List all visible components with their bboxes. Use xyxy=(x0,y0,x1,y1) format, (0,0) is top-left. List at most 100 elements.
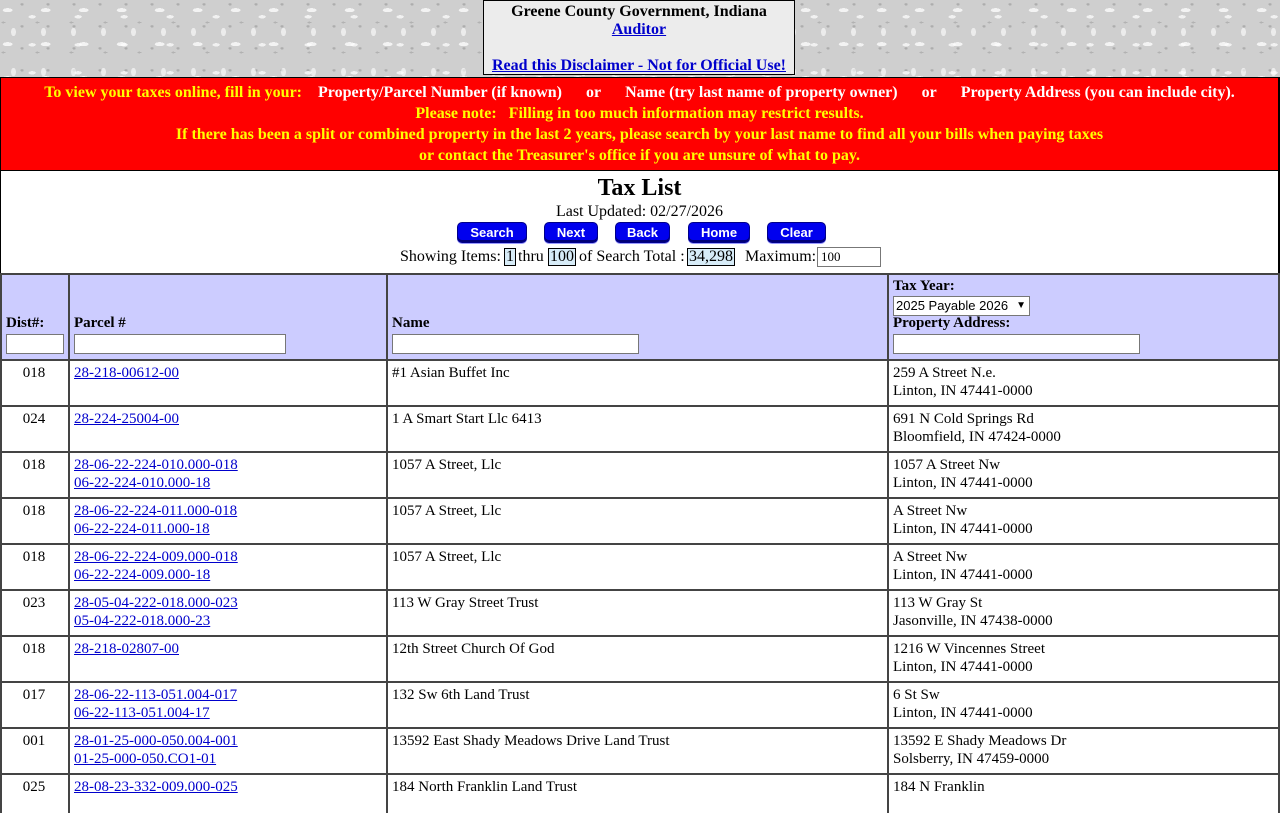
disclaimer-link[interactable]: Read this Disclaimer - Not for Official … xyxy=(484,57,794,75)
auditor-link[interactable]: Auditor xyxy=(484,21,794,39)
table-header: Dist#: Parcel # Name Tax Year: 2025 Paya… xyxy=(0,273,1280,360)
address-street: A Street Nw xyxy=(893,503,968,519)
row-divider xyxy=(0,727,1280,729)
home-button[interactable]: Home xyxy=(688,222,750,243)
owner-name-cell: 1057 A Street, Llc xyxy=(392,457,502,473)
address-street: 113 W Gray St xyxy=(893,595,983,611)
row-divider xyxy=(0,543,1280,545)
address-cell: 184 N Franklin xyxy=(893,778,985,796)
parcel-filter-input[interactable] xyxy=(74,334,286,354)
action-buttons: Search Next Back Home Clear xyxy=(1,222,1278,244)
row-divider xyxy=(0,359,1280,361)
parcel-link[interactable]: 28-05-04-222-018.000-023 xyxy=(74,594,238,612)
parcel-link[interactable]: 28-06-22-224-011.000-018 xyxy=(74,502,237,520)
showing-label: Showing Items: xyxy=(400,248,501,265)
parcel-cell: 28-218-00612-00 xyxy=(74,364,179,382)
address-cell: 1057 A Street Nw Linton, IN 47441-0000 xyxy=(893,456,1033,492)
parcel-cell: 28-06-22-224-009.000-018 06-22-224-009.0… xyxy=(74,548,238,584)
notice-line-4: or contact the Treasurer's office if you… xyxy=(419,147,860,164)
parcel-link[interactable]: 28-06-22-113-051.004-017 xyxy=(74,686,237,704)
parcel-alt-link[interactable]: 06-22-224-010.000-18 xyxy=(74,474,238,492)
search-button[interactable]: Search xyxy=(457,222,527,243)
dist-cell: 018 xyxy=(22,503,46,519)
name-header: Name xyxy=(392,315,430,331)
tax-year-select[interactable]: 2025 Payable 2026 ▼ xyxy=(893,296,1030,316)
owner-name-cell: 1057 A Street, Llc xyxy=(392,503,502,519)
address-street: 1216 W Vincennes Street xyxy=(893,641,1045,657)
back-button[interactable]: Back xyxy=(615,222,670,243)
parcel-link[interactable]: 28-06-22-224-009.000-018 xyxy=(74,548,238,566)
row-divider xyxy=(0,773,1280,775)
address-city: Linton, IN 47441-0000 xyxy=(893,475,1033,491)
notice-option-address: Property Address (you can include city). xyxy=(960,84,1235,101)
instructions-notice: To view your taxes online, fill in your:… xyxy=(0,77,1280,171)
address-cell: 13592 E Shady Meadows Dr Solsberry, IN 4… xyxy=(893,732,1066,768)
owner-name-cell: 13592 East Shady Meadows Drive Land Trus… xyxy=(392,733,670,749)
dist-cell: 024 xyxy=(22,411,46,427)
parcel-link[interactable]: 28-08-23-332-009.000-025 xyxy=(74,778,238,796)
address-filter-input[interactable] xyxy=(893,334,1140,354)
dist-header: Dist#: xyxy=(6,315,45,331)
parcel-cell: 28-224-25004-00 xyxy=(74,410,179,428)
address-city: Linton, IN 47441-0000 xyxy=(893,521,1033,537)
parcel-cell: 28-06-22-113-051.004-017 06-22-113-051.0… xyxy=(74,686,237,722)
dist-cell: 018 xyxy=(22,365,46,381)
parcel-link[interactable]: 28-224-25004-00 xyxy=(74,410,179,428)
address-cell: 1216 W Vincennes Street Linton, IN 47441… xyxy=(893,640,1045,676)
notice-or-1: or xyxy=(585,84,602,101)
parcel-link[interactable]: 28-01-25-000-050.004-001 xyxy=(74,732,238,750)
dist-cell: 001 xyxy=(22,733,46,749)
address-city: Solsberry, IN 47459-0000 xyxy=(893,751,1050,767)
dist-cell: 025 xyxy=(22,779,46,795)
notice-option-parcel: Property/Parcel Number (if known) xyxy=(318,84,562,101)
tax-list-panel: Tax List Last Updated: 02/27/2026 Search… xyxy=(0,171,1280,273)
row-divider xyxy=(0,497,1280,499)
parcel-cell: 28-01-25-000-050.004-001 01-25-000-050.C… xyxy=(74,732,238,768)
tax-year-selected: 2025 Payable 2026 xyxy=(896,298,1009,313)
parcel-header: Parcel # xyxy=(74,315,126,331)
notice-or-2: or xyxy=(921,84,937,101)
thru-label: thru xyxy=(518,248,544,265)
name-filter-input[interactable] xyxy=(392,334,639,354)
search-total: 34,298 xyxy=(687,248,735,266)
parcel-alt-link[interactable]: 01-25-000-050.CO1-01 xyxy=(74,750,238,768)
row-divider xyxy=(0,681,1280,683)
dist-cell: 018 xyxy=(22,641,46,657)
parcel-cell: 28-08-23-332-009.000-025 xyxy=(74,778,238,796)
maximum-input[interactable] xyxy=(817,247,881,267)
parcel-alt-link[interactable]: 06-22-224-011.000-18 xyxy=(74,520,237,538)
parcel-cell: 28-06-22-224-011.000-018 06-22-224-011.0… xyxy=(74,502,237,538)
total-label: of Search Total : xyxy=(579,248,685,265)
address-cell: 6 St Sw Linton, IN 47441-0000 xyxy=(893,686,1033,722)
row-divider xyxy=(0,589,1280,591)
dist-cell: 017 xyxy=(22,687,46,703)
address-street: A Street Nw xyxy=(893,549,968,565)
next-button[interactable]: Next xyxy=(544,222,598,243)
owner-name-cell: 12th Street Church Of God xyxy=(392,641,555,657)
range-from: 1 xyxy=(504,248,516,266)
address-city: Linton, IN 47441-0000 xyxy=(893,659,1033,675)
owner-name-cell: #1 Asian Buffet Inc xyxy=(392,365,510,381)
address-header: Property Address: xyxy=(893,315,1011,331)
parcel-link[interactable]: 28-218-02807-00 xyxy=(74,640,179,658)
dist-cell: 018 xyxy=(22,549,46,565)
notice-line-3: If there has been a split or combined pr… xyxy=(175,126,1104,143)
notice-option-name: Name (try last name of property owner) xyxy=(625,84,898,101)
parcel-alt-link[interactable]: 06-22-224-009.000-18 xyxy=(74,566,238,584)
tax-year-label: Tax Year: xyxy=(893,278,955,294)
notice-line-2: Please note: Filling in too much informa… xyxy=(415,105,864,122)
owner-name-cell: 184 North Franklin Land Trust xyxy=(392,779,578,795)
clear-button[interactable]: Clear xyxy=(767,222,826,243)
parcel-link[interactable]: 28-218-00612-00 xyxy=(74,364,179,382)
dist-filter-input[interactable] xyxy=(6,334,64,354)
notice-line-1: To view your taxes online, fill in your:… xyxy=(1,84,1278,102)
parcel-alt-link[interactable]: 05-04-222-018.000-23 xyxy=(74,612,238,630)
parcel-alt-link[interactable]: 06-22-113-051.004-17 xyxy=(74,704,237,722)
header-title-box: Greene County Government, Indiana Audito… xyxy=(483,0,795,75)
county-title: Greene County Government, Indiana xyxy=(511,3,767,20)
chevron-down-icon: ▼ xyxy=(1016,300,1026,311)
address-street: 184 N Franklin xyxy=(893,779,985,795)
address-street: 691 N Cold Springs Rd xyxy=(893,411,1034,427)
parcel-link[interactable]: 28-06-22-224-010.000-018 xyxy=(74,456,238,474)
address-street: 1057 A Street Nw xyxy=(893,457,1001,473)
